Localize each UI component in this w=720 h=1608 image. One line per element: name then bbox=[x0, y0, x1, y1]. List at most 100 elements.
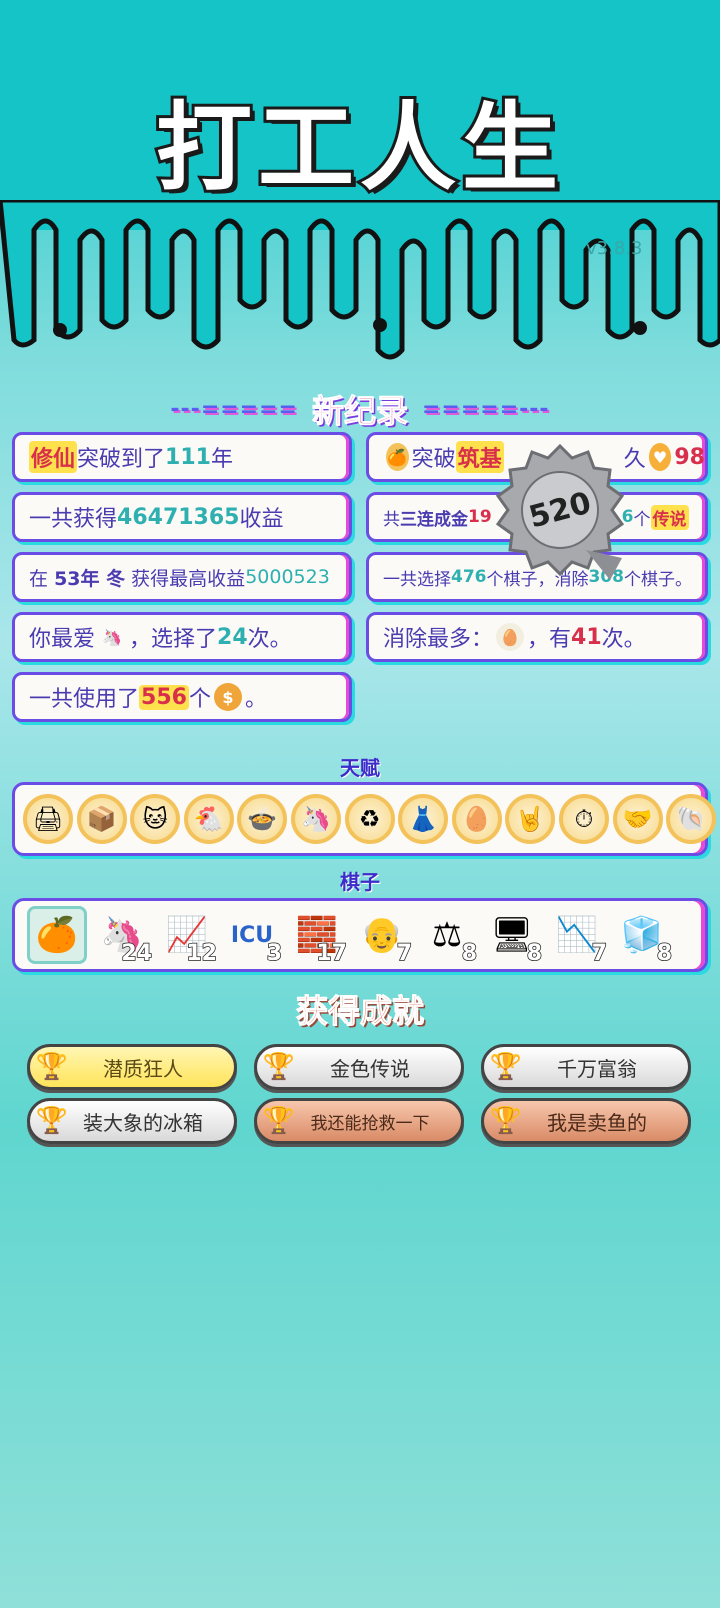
unicorn-icon[interactable]: 🦄 bbox=[290, 794, 341, 844]
record-text: 个 bbox=[633, 509, 651, 530]
piece-count: 8 bbox=[461, 940, 478, 967]
skirt-icon[interactable]: 👗 bbox=[398, 794, 449, 844]
recycle-icon[interactable]: ♻ bbox=[344, 794, 395, 844]
achievement-badge[interactable]: 🏆 我是卖鱼的 bbox=[481, 1098, 691, 1144]
record-text: ，有 bbox=[527, 627, 572, 652]
heading-deco-left: ---===== bbox=[170, 396, 298, 422]
piece-count: 12 bbox=[186, 940, 218, 967]
piece-count: 17 bbox=[316, 940, 348, 967]
pot-icon[interactable]: 🍲 bbox=[237, 794, 288, 844]
rock-hand-icon[interactable]: 🤘 bbox=[505, 794, 556, 844]
pieces-label: 棋子 bbox=[340, 870, 380, 894]
record-text: 共 bbox=[383, 509, 400, 530]
record-bold-text: 三连成金 bbox=[400, 509, 468, 530]
record-bold-text: 53年 冬 bbox=[54, 567, 126, 590]
handshake-icon[interactable]: 🤝 bbox=[612, 794, 663, 844]
achievement-label: 我还能抢救一下 bbox=[310, 1113, 430, 1134]
new-record-title: 新纪录 bbox=[311, 392, 408, 431]
persimmon-icon: 🍊 bbox=[386, 443, 409, 471]
record-tag: 修仙 bbox=[29, 441, 78, 473]
scale-icon[interactable]: ⚖ 8 bbox=[417, 906, 478, 967]
record-text: 一共获得 bbox=[29, 507, 118, 532]
record-value: 5000523 bbox=[245, 566, 330, 588]
record-value: 476 bbox=[451, 567, 487, 587]
fridge-icon[interactable]: 🧊 8 bbox=[612, 906, 673, 967]
record-card-total-income: 一共获得 46471365 收益 bbox=[12, 492, 352, 542]
record-text: 次。 bbox=[247, 627, 292, 652]
record-card-max-income: 在 53年 冬 获得最高收益 5000523 bbox=[12, 552, 352, 602]
record-text: 在 bbox=[29, 567, 49, 590]
piece-count: 7 bbox=[591, 940, 608, 967]
unicorn-icon[interactable]: 🦄 24 bbox=[92, 906, 153, 967]
printer-icon[interactable]: 🖨 bbox=[23, 794, 73, 844]
persimmon-icon[interactable]: 🍊 bbox=[27, 906, 87, 964]
seal-badge: 520 bbox=[495, 443, 625, 580]
shell-icon[interactable]: 🐚 bbox=[666, 794, 717, 844]
piece-count: 24 bbox=[121, 940, 153, 967]
achievement-badge[interactable]: 🏆 潜质狂人 bbox=[27, 1044, 237, 1090]
record-text: 收益 bbox=[239, 507, 284, 532]
achievements-title: 获得成就 bbox=[295, 992, 424, 1031]
old-man-icon[interactable]: 👴 7 bbox=[352, 906, 413, 967]
unicorn-icon: 🦄 bbox=[102, 627, 122, 647]
record-value: 46471365 bbox=[117, 504, 240, 530]
piece-count: 3 bbox=[266, 940, 283, 967]
achievement-label: 装大象的冰箱 bbox=[83, 1110, 203, 1135]
achievement-badge[interactable]: 🏆 金色传说 bbox=[254, 1044, 464, 1090]
record-tag: 传说 bbox=[650, 504, 689, 530]
server-icon[interactable]: 🖥 8 bbox=[482, 906, 543, 967]
record-value: 111 bbox=[165, 444, 211, 470]
record-text: 。 bbox=[244, 687, 267, 712]
talents-panel: 🖨 📦 🐱 🐔 🍲 🦄 ♻ 👗 🥚 🤘 ⏱ 🤝 🐚 bbox=[12, 782, 717, 856]
heading-deco-right: =====--- bbox=[422, 396, 550, 422]
achievement-label: 潜质狂人 bbox=[103, 1056, 183, 1081]
record-value: 24 bbox=[217, 624, 248, 650]
record-text: 年 bbox=[210, 447, 233, 472]
piece-count: 8 bbox=[526, 940, 543, 967]
cat-icon[interactable]: 🐱 bbox=[130, 794, 181, 844]
record-text: 次。 bbox=[601, 627, 646, 652]
egg-icon[interactable]: 🥚 bbox=[451, 794, 502, 844]
record-card-cultivation: 修仙 突破到了 111 年 bbox=[12, 432, 352, 482]
record-text: 突破 bbox=[411, 447, 456, 472]
gold-bars-icon[interactable]: 🧱 17 bbox=[287, 906, 348, 967]
achievement-label: 我是卖鱼的 bbox=[547, 1110, 647, 1135]
heart-icon: ♥ bbox=[648, 443, 672, 471]
achievement-badge[interactable]: 🏆 我还能抢救一下 bbox=[254, 1098, 464, 1144]
chart-icon[interactable]: 📈 12 bbox=[157, 906, 218, 967]
egg-icon: 🥚 bbox=[496, 623, 525, 651]
record-text: 突破到了 bbox=[77, 447, 166, 472]
achievement-label: 金色传说 bbox=[330, 1056, 410, 1081]
record-card-most-eliminated: 消除最多： 🥚 ，有 41 次。 bbox=[366, 612, 708, 662]
trophy-icon: 🏆 bbox=[262, 1106, 296, 1136]
box-icon[interactable]: 📦 bbox=[76, 794, 127, 844]
new-record-heading: ---===== 新纪录 =====--- bbox=[0, 386, 720, 432]
chicken-icon[interactable]: 🐔 bbox=[183, 794, 234, 844]
trophy-icon: 🏆 bbox=[489, 1052, 523, 1082]
record-text: ，选择了 bbox=[129, 627, 218, 652]
record-value: 41 bbox=[571, 624, 602, 650]
record-card-favorite: 你最爱 🦄 ，选择了 24 次。 bbox=[12, 612, 352, 662]
trophy-icon: 🏆 bbox=[489, 1106, 523, 1136]
record-text: 消除最多： bbox=[383, 627, 494, 652]
trophy-icon: 🏆 bbox=[35, 1052, 69, 1082]
icu-icon[interactable]: ICU 3 bbox=[222, 906, 283, 967]
trophy-icon: 🏆 bbox=[35, 1106, 69, 1136]
record-text: 一共选择 bbox=[383, 569, 451, 590]
achievement-badge[interactable]: 🏆 装大象的冰箱 bbox=[27, 1098, 237, 1144]
trophy-icon: 🏆 bbox=[262, 1052, 296, 1082]
pieces-panel: 🍊 🦄 24 📈 12 ICU 3 🧱 17 👴 7 ⚖ 8 🖥 8 📉 7 🧊 8 bbox=[12, 898, 708, 972]
record-text: 一共使用了 bbox=[29, 687, 140, 712]
piece-count: 8 bbox=[656, 940, 673, 967]
trend-icon[interactable]: 📉 7 bbox=[547, 906, 608, 967]
record-text: 你最爱 bbox=[29, 627, 96, 652]
piece-count: 7 bbox=[396, 940, 413, 967]
time-card-icon[interactable]: ⏱ bbox=[558, 794, 609, 844]
record-value: 556 bbox=[139, 684, 189, 710]
record-value: 19 bbox=[468, 507, 492, 527]
record-text: 获得最高收益 bbox=[131, 567, 246, 590]
record-text: 个棋子。 bbox=[624, 569, 692, 590]
achievement-badge[interactable]: 🏆 千万富翁 bbox=[481, 1044, 691, 1090]
record-card-coins-used: 一共使用了 556 个 $ 。 bbox=[12, 672, 352, 722]
version-label: v3.8.3 bbox=[586, 238, 643, 259]
